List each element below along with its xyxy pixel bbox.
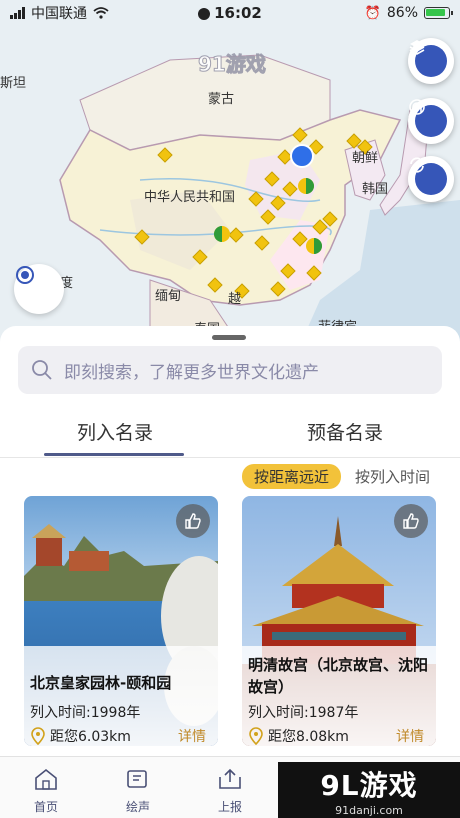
card-inscribed-year: 列入时间:1998年: [30, 705, 141, 721]
map-label-myanmar: 缅甸: [155, 289, 182, 304]
nav-report[interactable]: 上报: [200, 767, 260, 815]
location-pin-icon: [31, 727, 45, 745]
like-button[interactable]: [176, 504, 210, 538]
map-label-south-korea: 韩国: [362, 182, 389, 197]
nav-report-label: 上报: [217, 800, 242, 814]
heritage-card[interactable]: 明清故宫（北京故宫、沈阳故宫） 列入时间:1987年 距您8.08km 详情: [242, 496, 436, 746]
like-button[interactable]: [394, 504, 428, 538]
brand-watermark: 9L游戏 91danji.com: [278, 762, 460, 818]
wifi-icon: [93, 7, 109, 19]
search-placeholder: 即刻搜索，了解更多世界文化遗产: [64, 362, 319, 383]
app-screen: 91游戏 蒙古 中华人民共和国 朝鲜 韩国 缅甸 越 度 斯坦 泰国 菲律宾: [0, 0, 460, 818]
card-inscribed-year: 列入时间:1987年: [248, 705, 359, 721]
brand-site: 91danji.com: [335, 803, 403, 817]
sheet-drag-handle[interactable]: [212, 335, 246, 340]
card-distance: 距您6.03km: [30, 726, 131, 746]
status-bar: 中国联通 16:02 ⏰ 86%: [0, 0, 460, 26]
search-icon: [32, 360, 52, 380]
brand-logo: 9L游戏: [320, 768, 418, 802]
map-label-stan-fragment: 斯坦: [0, 76, 27, 91]
list-tabs: 列入名录 预备名录: [0, 414, 460, 458]
card-title: 明清故宫（北京故宫、沈阳故宫）: [248, 656, 429, 696]
sort-by-date[interactable]: 按列入时间: [355, 466, 430, 487]
sort-by-distance[interactable]: 按距离远近: [241, 464, 341, 489]
home-icon: [35, 768, 57, 790]
thumbs-up-icon: [185, 513, 201, 529]
map-label-china: 中华人民共和国: [144, 190, 236, 205]
heritage-icon: [409, 99, 447, 137]
navigation-indicator-icon: [198, 7, 211, 20]
heritage-card[interactable]: 北京皇家园林-颐和园 列入时间:1998年 距您6.03km 详情: [24, 496, 218, 746]
tab-inscribed[interactable]: 列入名录: [0, 414, 230, 456]
refresh-button[interactable]: [408, 156, 454, 202]
nav-voice-label: 绘声: [125, 800, 150, 814]
heritage-sheet: 即刻搜索，了解更多世界文化遗产 列入名录 预备名录 按距离远近 按列入时间 北京…: [0, 326, 460, 756]
nav-voice[interactable]: 绘声: [108, 767, 168, 815]
map-view[interactable]: 91游戏 蒙古 中华人民共和国 朝鲜 韩国 缅甸 越 度 斯坦 泰国 菲律宾: [0, 0, 460, 345]
layers-button[interactable]: [408, 38, 454, 84]
card-detail-link[interactable]: 详情: [396, 726, 424, 746]
layers-icon: [409, 40, 447, 77]
card-detail-link[interactable]: 详情: [178, 726, 206, 746]
card-distance-text: 距您6.03km: [50, 729, 131, 745]
location-target-icon: [16, 266, 34, 284]
tab-tentative[interactable]: 预备名录: [230, 414, 460, 452]
map-label-vietnam: 越: [228, 292, 242, 307]
nav-home[interactable]: 首页: [16, 767, 76, 815]
map-label-mongolia: 蒙古: [208, 92, 235, 107]
search-bar[interactable]: 即刻搜索，了解更多世界文化遗产: [18, 346, 442, 394]
carrier-label: 中国联通: [31, 6, 87, 22]
nav-home-label: 首页: [33, 800, 58, 814]
thumbs-up-icon: [403, 513, 419, 529]
battery-percent: 86%: [386, 5, 418, 21]
map-watermark: 91游戏: [198, 52, 267, 77]
sort-options: 按距离远近 按列入时间: [241, 464, 430, 489]
card-title: 北京皇家园林-颐和园: [30, 674, 172, 692]
map-label-north-korea: 朝鲜: [352, 151, 379, 166]
locate-me-button[interactable]: [14, 264, 64, 314]
heritage-filter-button[interactable]: [408, 98, 454, 144]
signal-icon: [10, 7, 25, 19]
card-distance-text: 距您8.08km: [268, 729, 349, 745]
location-pin-icon: [249, 727, 263, 745]
refresh-icon: [410, 157, 447, 195]
card-distance: 距您8.08km: [248, 726, 349, 746]
alarm-icon: ⏰: [364, 5, 381, 21]
upload-icon: [219, 768, 241, 789]
voice-book-icon: [127, 770, 147, 788]
battery-icon: [424, 7, 453, 19]
status-time: 16:02: [180, 4, 280, 22]
